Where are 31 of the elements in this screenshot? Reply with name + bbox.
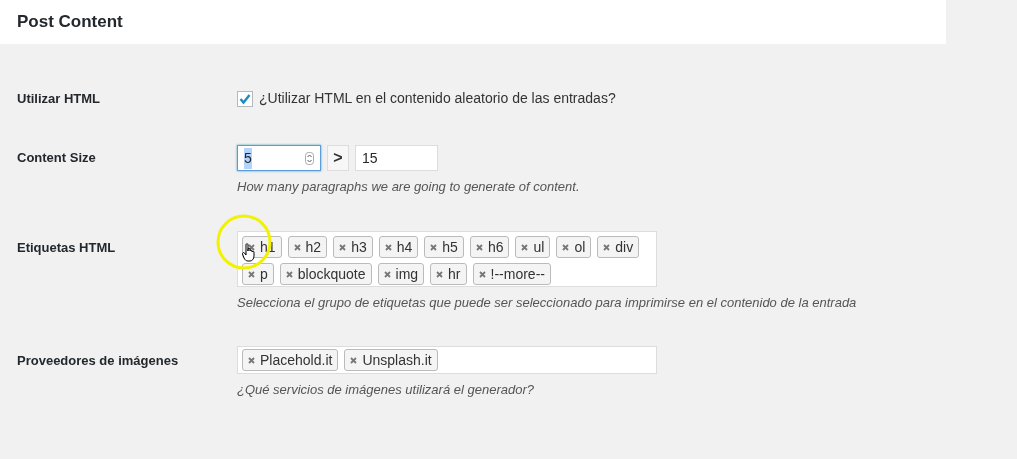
range-separator: > [327, 145, 349, 171]
tag-chip[interactable]: ul [515, 236, 551, 258]
tag-chip[interactable]: h2 [287, 236, 328, 258]
field-label: Utilizar HTML [16, 89, 102, 108]
tag-chip[interactable]: Unsplash.it [344, 349, 438, 371]
tag-chip[interactable]: ol [556, 236, 592, 258]
tag-chip[interactable]: Placehold.it [242, 349, 339, 371]
checkbox[interactable] [237, 90, 253, 107]
field-label: Proveedores de imágenes [16, 352, 180, 370]
tag-chip[interactable]: p [242, 263, 274, 285]
tags-field[interactable]: Placehold.it Unsplash.it [237, 346, 657, 374]
tag-chip[interactable]: h5 [424, 236, 464, 258]
checkbox-label: ¿Utilizar HTML en el contenido aleatorio de las entradas? [259, 89, 616, 108]
tag-chip[interactable]: h6 [469, 236, 510, 258]
tag-chip[interactable]: hr [430, 263, 467, 285]
tag-chip[interactable]: !--more-- [472, 263, 551, 285]
spinner-icon[interactable] [305, 151, 314, 165]
number-field[interactable]: 15 [355, 145, 438, 171]
tag-chip[interactable]: blockquote [279, 263, 372, 285]
tag-chip[interactable]: h4 [378, 236, 419, 258]
field-description: How many paragraphs we are going to generate of content. [237, 178, 581, 196]
tag-chip[interactable]: h3 [333, 236, 373, 258]
tag-chip[interactable]: img [377, 263, 425, 285]
hand-cursor-icon [242, 243, 256, 262]
tag-chip[interactable]: div [597, 236, 640, 258]
number-field[interactable]: 5 [237, 145, 321, 171]
field-description: Selecciona el grupo de etiquetas que puede ser seleccionado para imprimirse en el contenido de la entrada [237, 294, 858, 312]
field-label: Content Size [16, 149, 97, 167]
field-label: Etiquetas HTML [16, 239, 117, 257]
section-title: Post Content [17, 11, 123, 34]
field-description: ¿Qué servicios de imágenes utilizará el generador? [237, 381, 535, 399]
